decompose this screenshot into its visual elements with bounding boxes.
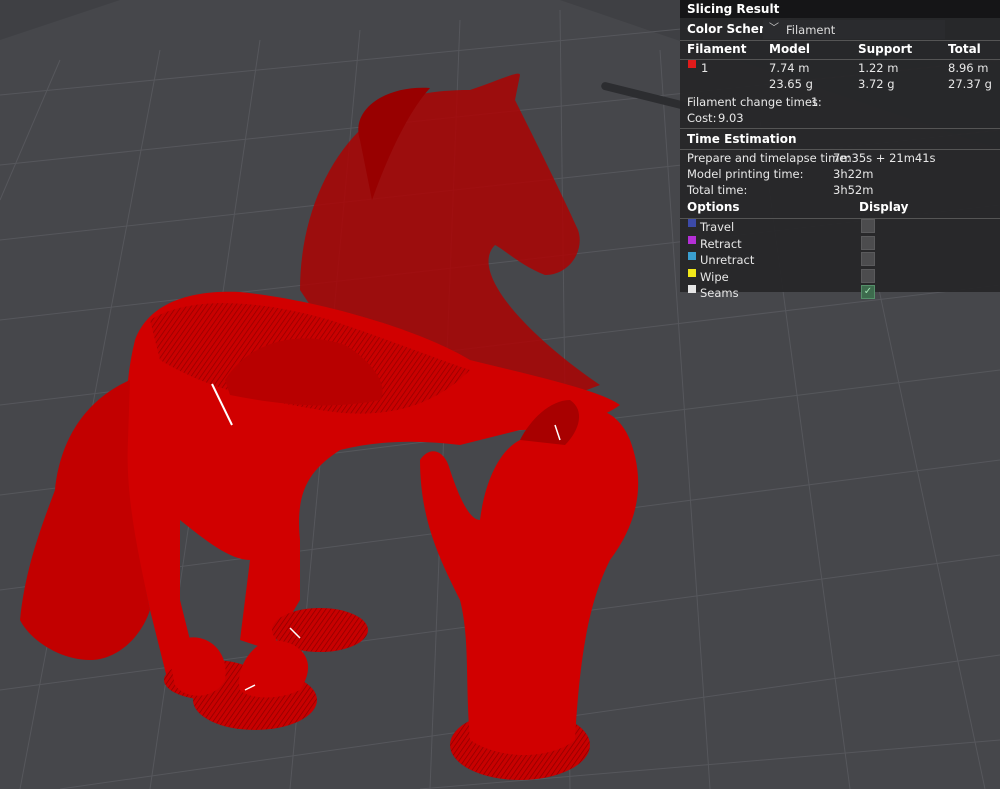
travel-display-checkbox[interactable] [861,219,875,233]
time-row-model: Model printing time: 3h22m [680,166,1000,182]
cost-value: 9.03 [718,111,744,125]
filament-change-row: Filament change times: 1 [680,94,1000,110]
time-label: Total time: [687,183,748,197]
model-length: 7.74 m [769,61,810,75]
color-scheme-dropdown[interactable]: ﹀ Filament [763,20,945,39]
filament-change-value: 1 [811,95,819,109]
time-value: 3h22m [833,167,874,181]
filament-id: 1 [701,61,709,75]
time-value: 3h52m [833,183,874,197]
travel-color-swatch [688,219,696,227]
col-total: Total [948,42,981,56]
retract-color-swatch [688,235,696,244]
col-model: Model [769,42,811,56]
wipe-display-checkbox[interactable] [861,268,875,283]
support-length: 1.22 m [858,61,899,75]
option-travel: Travel [680,219,1000,235]
cost-label: Cost: [687,111,717,125]
time-estimation-title: Time Estimation [687,132,797,146]
model-weight: 23.65 g [769,77,813,91]
option-wipe: Wipe [680,268,1000,285]
option-label: Unretract [700,253,755,267]
color-scheme-row: Color Scheme ﹀ Filament [680,18,1000,41]
option-unretract: Unretract [680,252,1000,268]
seams-color-swatch [688,285,696,293]
time-row-total: Total time: 3h52m [680,182,1000,198]
option-label: Seams [700,286,739,300]
unretract-display-checkbox[interactable] [861,252,875,266]
color-scheme-value: Filament [786,23,836,37]
filament-row: 1 7.74 m 1.22 m 8.96 m [680,60,1000,76]
chevron-down-icon: ﹀ [769,23,779,34]
wipe-color-swatch [688,268,696,277]
option-label: Retract [700,236,742,251]
filament-table-header: Filament Model Support Total [680,41,1000,57]
filament-color-swatch [688,60,696,68]
slicing-result-panel: Slicing Result Color Scheme ﹀ Filament F… [680,0,1000,300]
option-label: Travel [700,220,735,234]
time-label: Prepare and timelapse time: [687,151,851,165]
col-filament: Filament [687,42,747,56]
filament-row-weight: 23.65 g 3.72 g 27.37 g [680,76,1000,92]
options-header: Options Display [680,198,1000,216]
filament-change-label: Filament change times: [687,95,822,109]
option-label: Wipe [700,269,729,284]
total-weight: 27.37 g [948,77,992,91]
time-row-prepare: Prepare and timelapse time: 7m35s + 21m4… [680,150,1000,166]
cost-row: Cost: 9.03 [680,110,1000,126]
option-retract: Retract [680,235,1000,252]
retract-display-checkbox[interactable] [861,235,875,250]
display-title: Display [859,200,909,214]
time-label: Model printing time: [687,167,804,181]
col-support: Support [858,42,913,56]
time-value: 7m35s + 21m41s [833,151,936,165]
time-estimation-header: Time Estimation [680,129,1000,147]
options-title: Options [687,200,740,214]
option-seams: Seams ✓ [680,285,1000,301]
checkmark-icon: ✓ [863,286,873,297]
seams-display-checkbox[interactable]: ✓ [861,285,875,299]
unretract-color-swatch [688,252,696,260]
total-length: 8.96 m [948,61,989,75]
panel-title: Slicing Result [680,0,1000,18]
support-weight: 3.72 g [858,77,895,91]
